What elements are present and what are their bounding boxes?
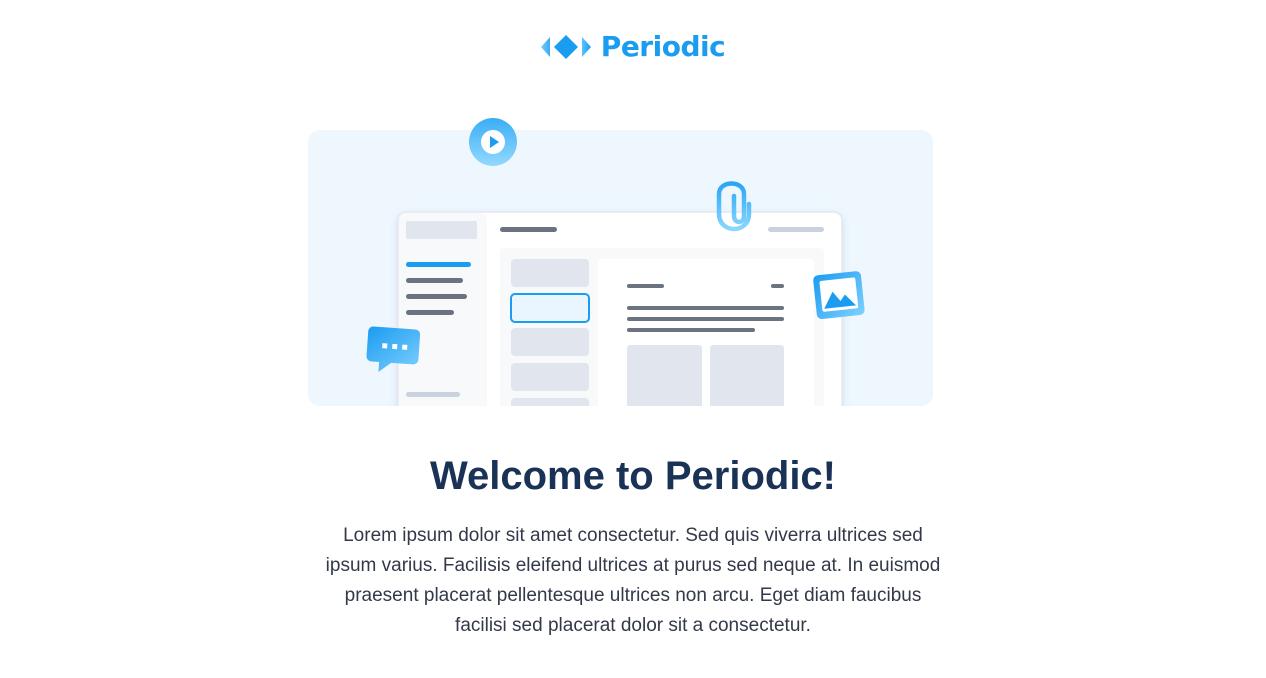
welcome-paragraph: Lorem ipsum dolor sit amet consectetur. … xyxy=(325,525,941,636)
periodic-diamond-logo-icon xyxy=(540,35,591,59)
app-window-mockup xyxy=(397,211,843,406)
hero-illustration xyxy=(366,118,865,406)
welcome-heading: Welcome to Periodic! xyxy=(429,454,836,498)
welcome-email: Periodic Welcome to Periodic! Lorem ipsu… xyxy=(0,0,1266,678)
brand-logo[interactable]: Periodic xyxy=(0,29,1266,65)
image-icon xyxy=(813,271,865,320)
play-icon xyxy=(469,118,517,166)
brand-name: Periodic xyxy=(600,30,726,63)
